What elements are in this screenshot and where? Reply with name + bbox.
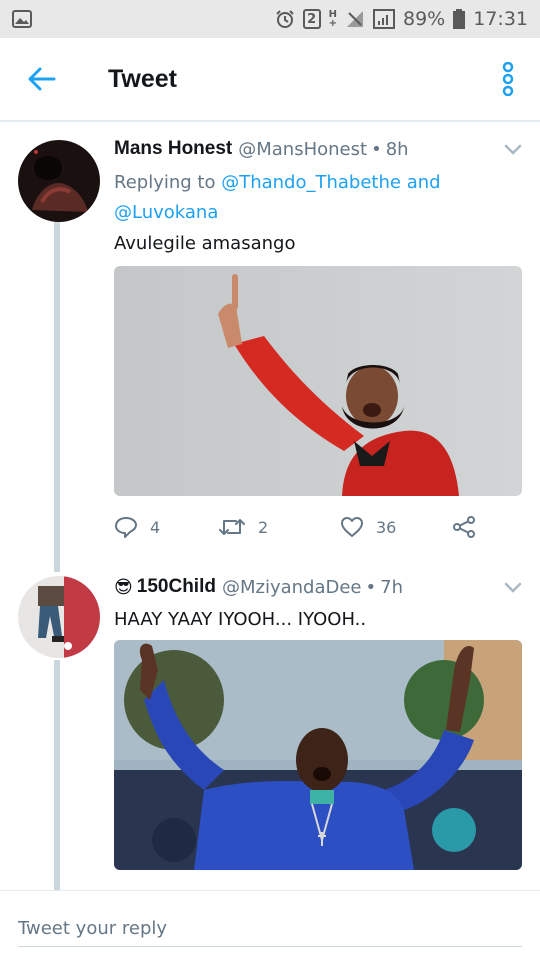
alarm-icon <box>275 9 295 29</box>
user-handle[interactable]: @MziyandaDee <box>222 577 362 598</box>
tweet-item[interactable]: 😎 150Child @MziyandaDee • 7h HAAY YAAY I… <box>0 562 540 890</box>
tweet-image[interactable] <box>114 266 522 496</box>
sunglasses-emoji: 😎 <box>114 576 133 598</box>
reply-timeline[interactable]: Mans Honest @MansHonest • 8h Replying to… <box>0 122 540 890</box>
more-vertical-icon <box>502 62 514 96</box>
reply-icon <box>115 517 137 538</box>
gallery-notification-icon <box>12 10 32 28</box>
share-button[interactable] <box>452 515 476 539</box>
mention-link[interactable]: @Luvokana <box>114 202 218 223</box>
signal-strength-icon <box>373 9 395 29</box>
like-button[interactable]: 36 <box>340 516 452 538</box>
user-handle[interactable]: @MansHonest <box>238 139 367 160</box>
display-name[interactable]: 150Child <box>137 576 216 598</box>
status-bar: 2 H + 89% 17:31 <box>0 0 540 38</box>
more-options-button[interactable] <box>476 37 540 121</box>
battery-percentage: 89% <box>403 8 446 30</box>
separator-dot: • <box>371 138 382 160</box>
tweet-actions: 4 2 36 <box>114 512 524 542</box>
tweet-timestamp[interactable]: 7h <box>380 577 403 598</box>
no-sim-signal-icon <box>345 9 365 29</box>
reply-button[interactable]: 4 <box>114 515 218 539</box>
reply-input[interactable] <box>18 911 522 947</box>
tweet-image[interactable] <box>114 640 522 870</box>
back-button[interactable] <box>0 37 84 121</box>
arrow-left-icon <box>28 67 56 91</box>
page-title: Tweet <box>108 64 177 93</box>
separator-dot: • <box>365 576 377 598</box>
replying-to-line: Replying to @Thando_Thabethe and @Luvoka… <box>114 172 441 223</box>
reply-composer <box>0 890 540 960</box>
tweet-text: HAAY YAAY IYOOH... IYOOH.. <box>114 609 367 630</box>
tweet-timestamp[interactable]: 8h <box>386 139 409 160</box>
network-type-indicator: H + <box>328 9 337 29</box>
retweet-count: 2 <box>258 517 269 537</box>
app-bar: Tweet <box>0 38 540 122</box>
avatar[interactable] <box>18 576 100 658</box>
chevron-down-icon[interactable] <box>502 138 524 160</box>
tweet-item[interactable]: Mans Honest @MansHonest • 8h Replying to… <box>0 122 540 562</box>
like-count: 36 <box>376 517 397 537</box>
mention-link[interactable]: @Thando_Thabethe <box>221 172 401 193</box>
display-name[interactable]: Mans Honest <box>114 138 232 160</box>
heart-icon <box>341 517 363 537</box>
and-others-link[interactable]: and <box>407 172 441 193</box>
clock: 17:31 <box>473 8 528 30</box>
notification-count-badge: 2 <box>302 9 321 29</box>
retweet-icon <box>219 519 245 535</box>
battery-icon <box>453 9 466 29</box>
retweet-button[interactable]: 2 <box>218 516 340 538</box>
tweet-text: Avulegile amasango <box>114 233 296 254</box>
avatar[interactable] <box>18 140 100 222</box>
reply-count: 4 <box>150 517 161 537</box>
chevron-down-icon[interactable] <box>502 576 524 598</box>
share-icon <box>453 516 475 538</box>
